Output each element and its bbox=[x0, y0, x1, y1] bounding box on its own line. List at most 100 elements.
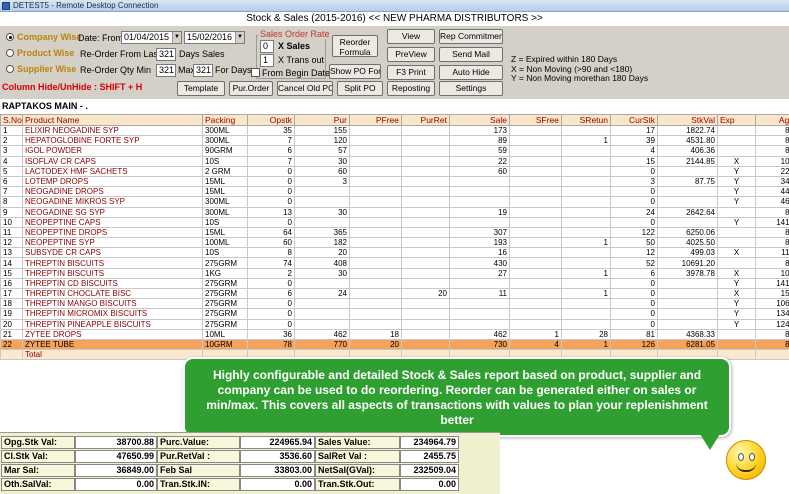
chevron-down-icon[interactable]: ▼ bbox=[235, 32, 244, 43]
table-row[interactable]: 9NEOGADINE SG SYP300ML1330 19 242642.64 83 bbox=[0, 206, 789, 218]
column-header[interactable]: SFree bbox=[509, 114, 562, 126]
table-cell: 0 bbox=[610, 318, 658, 330]
split-po-button[interactable]: Split PO bbox=[337, 81, 383, 96]
table-row[interactable]: 5LACTODEX HMF SACHETS2 GRM060600Y222 bbox=[0, 165, 789, 177]
table-cell bbox=[509, 287, 562, 300]
supplier-wise-option[interactable]: Supplier Wise bbox=[6, 64, 76, 74]
pur-order-button[interactable]: Pur.Order bbox=[229, 81, 273, 96]
table-cell: 275GRM bbox=[202, 318, 248, 330]
product-wise-option[interactable]: Product Wise bbox=[6, 48, 74, 58]
column-header[interactable]: Age bbox=[755, 114, 789, 126]
view-button[interactable]: View bbox=[387, 29, 435, 44]
table-cell: 1246 bbox=[755, 318, 789, 330]
table-row[interactable]: 11 NEOPEPTINE DROPS 15ML 64 365 307 122 6250.06… bbox=[0, 226, 789, 239]
table-cell: 87.75 bbox=[657, 175, 718, 188]
table-cell: 0 bbox=[610, 165, 658, 177]
table-row[interactable]: 13SUBSYDE CR CAPS10S820 16 12499.03X117 bbox=[0, 247, 789, 259]
table-cell bbox=[509, 165, 562, 177]
table-cell: 462 bbox=[449, 328, 510, 340]
preview-button[interactable]: PreView bbox=[387, 47, 435, 62]
column-header[interactable]: SRetun bbox=[561, 114, 611, 126]
cancel-old-po-button[interactable]: Cancel Old PO bbox=[277, 81, 333, 96]
table-row[interactable]: 15THREPTIN BISCUITS1KG230 27 163978.78X105 bbox=[0, 267, 789, 279]
reorder-formula-button[interactable]: Reorder Formula bbox=[332, 35, 378, 57]
max-qty-field[interactable]: 321 bbox=[193, 64, 213, 77]
show-po-form-button[interactable]: Show PO Form bbox=[329, 64, 381, 79]
table-cell: 30 bbox=[294, 155, 350, 167]
table-row[interactable]: 20 THREPTIN PINEAPPLE BISCUITS 275GRM 0 0 Y 12… bbox=[0, 318, 789, 330]
auto-hide-button[interactable]: Auto Hide bbox=[439, 65, 503, 80]
table-row[interactable]: 21ZYTEE DROPS10ML3646218462128814368.338… bbox=[0, 328, 789, 340]
date-from-field[interactable]: 01/04/2015 ▼ bbox=[121, 31, 182, 44]
table-row[interactable]: 14 THREPTIN BISCUITS 275GRM 74 408 430 52 10691… bbox=[0, 257, 789, 269]
table-cell: 6 bbox=[247, 287, 295, 300]
table-cell: 3 bbox=[610, 175, 658, 188]
column-header[interactable]: Pur bbox=[294, 114, 350, 126]
table-cell bbox=[561, 257, 611, 269]
column-header[interactable]: Opstk bbox=[247, 114, 295, 126]
table-row[interactable]: 18THREPTIN MANGO BISCUITS275GRM00Y1060 bbox=[0, 298, 789, 310]
table-row[interactable]: 8NEOGADINE MIKROS SYP300ML00Y465 bbox=[0, 196, 789, 208]
column-header[interactable]: PurRet bbox=[401, 114, 450, 126]
table-cell: 0 bbox=[610, 216, 658, 228]
send-mail-button[interactable]: Send Mail bbox=[439, 47, 503, 62]
table-cell: 1415 bbox=[755, 277, 789, 290]
table-cell: 81 bbox=[755, 226, 789, 239]
column-header[interactable]: StkVal bbox=[657, 114, 718, 126]
reorder-days-field[interactable]: 321 bbox=[156, 48, 176, 61]
column-header[interactable]: Product Name bbox=[22, 114, 203, 126]
table-cell bbox=[401, 298, 450, 310]
table-cell bbox=[449, 196, 510, 208]
column-header[interactable]: CurStk bbox=[610, 114, 658, 126]
sales-rate-field[interactable]: 0 bbox=[260, 40, 274, 53]
company-wise-option[interactable]: Company Wise bbox=[6, 32, 81, 42]
sales-rate-value: 0 bbox=[263, 41, 269, 51]
date-to-field[interactable]: 15/02/2016 ▼ bbox=[184, 31, 245, 44]
min-qty-field[interactable]: 321 bbox=[156, 64, 176, 77]
chevron-down-icon[interactable]: ▼ bbox=[172, 32, 181, 43]
radio-product-wise[interactable] bbox=[6, 49, 14, 57]
table-cell: 17 bbox=[610, 124, 658, 137]
table-row[interactable]: 12NEOPEPTINE SYP100ML60182 193 1504025.50 8… bbox=[0, 237, 789, 249]
column-header[interactable]: Sale bbox=[449, 114, 510, 126]
settings-button[interactable]: Settings bbox=[439, 81, 503, 96]
table-row[interactable]: 1 ELIXIR NEOGADINE SYP 300ML 35 155 173 17 1822… bbox=[0, 124, 789, 137]
tran-stk-out-label: Tran.Stk.Out: bbox=[315, 478, 400, 491]
from-begin-checkbox[interactable] bbox=[251, 68, 260, 77]
column-header[interactable]: Exp bbox=[717, 114, 756, 126]
template-button[interactable]: Template bbox=[177, 81, 225, 96]
table-cell bbox=[509, 124, 562, 137]
table-row[interactable]: 19THREPTIN MICROMIX BISCUITS275GRM00Y134… bbox=[0, 308, 789, 320]
column-header[interactable]: S.No bbox=[0, 114, 23, 126]
reposting-button[interactable]: Reposting bbox=[387, 81, 435, 96]
pur-ret-val: 3536.60 bbox=[240, 450, 315, 463]
table-cell: 6250.06 bbox=[657, 226, 718, 239]
table-row[interactable]: 16THREPTIN CD BISCUITS275GRM00Y1415 bbox=[0, 277, 789, 290]
column-header[interactable]: Packing bbox=[202, 114, 248, 126]
table-cell: 4 bbox=[0, 155, 23, 167]
table-cell: 105 bbox=[755, 267, 789, 279]
table-row[interactable]: 22ZYTEE TUBE10GRM7877020 730411266281.05 8… bbox=[0, 338, 789, 351]
oth-sal-val: 0.00 bbox=[75, 478, 157, 491]
table-row[interactable]: 10NEOPEPTINE CAPS10S00Y1415 bbox=[0, 216, 789, 228]
table-row[interactable]: 4ISOFLAV CR CAPS10S730 22 152144.85X102 bbox=[0, 155, 789, 167]
table-cell: 0 bbox=[247, 196, 295, 208]
table-cell bbox=[349, 226, 402, 239]
trans-rate-field[interactable]: 1 bbox=[260, 54, 274, 67]
table-cell: 5 bbox=[0, 165, 23, 177]
radio-supplier-wise[interactable] bbox=[6, 65, 14, 73]
table-cell: 7 bbox=[247, 155, 295, 167]
table-row[interactable]: 17 THREPTIN CHOCLATE BISC 275GRM 6 24 20 11 1 0 X… bbox=[0, 287, 789, 300]
table-cell: 730 bbox=[449, 338, 510, 351]
column-header[interactable]: PFree bbox=[349, 114, 402, 126]
table-row[interactable]: 3IGOL POWDER90GRM657 59 4406.36 81 bbox=[0, 145, 789, 157]
f3-print-button[interactable]: F3 Print bbox=[387, 65, 435, 80]
table-cell: 770 bbox=[294, 338, 350, 351]
table-row[interactable]: 7NEOGADINE DROPS15ML00Y446 bbox=[0, 186, 789, 198]
rep-commitment-button[interactable]: Rep Commitment bbox=[439, 29, 503, 44]
table-cell: 0 bbox=[247, 216, 295, 228]
radio-company-wise[interactable] bbox=[6, 33, 14, 41]
date-from-value: 01/04/2015 bbox=[124, 32, 170, 42]
table-row[interactable]: 2 HEPATOGLOBINE FORTE SYP 300ML 7 120 89 1 39 45… bbox=[0, 135, 789, 147]
table-row[interactable]: 6LOTEMP DROPS15ML03387.75Y348 bbox=[0, 175, 789, 188]
